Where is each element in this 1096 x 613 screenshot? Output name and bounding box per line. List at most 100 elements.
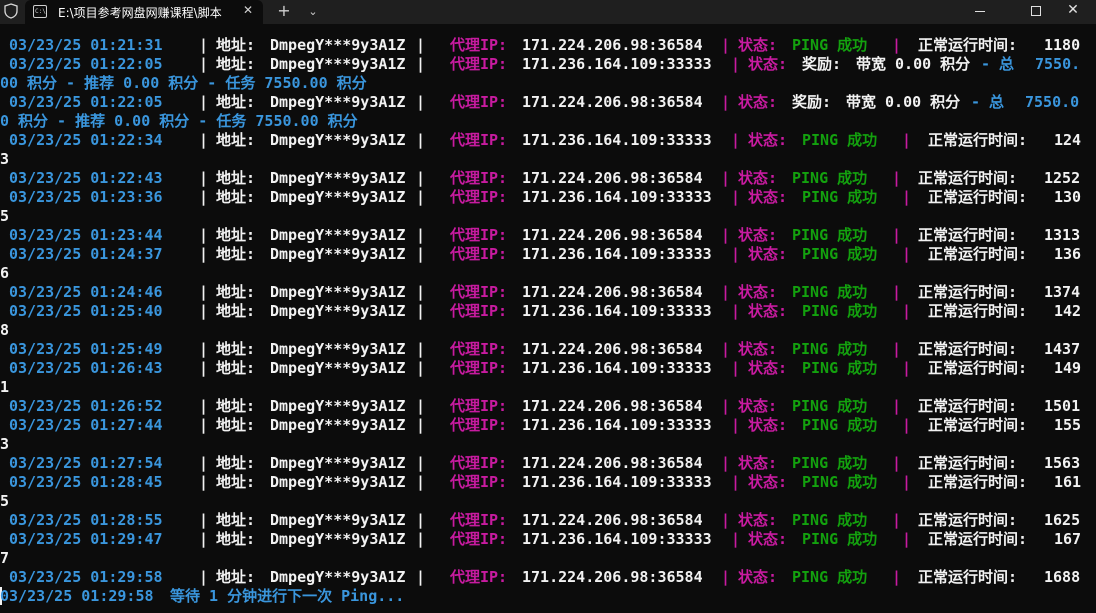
ping-status: PING 成功: [792, 340, 868, 358]
proxy-label: 代理IP:: [450, 568, 508, 586]
log-line: 03/23/25 01:25:49 | 地址: DmpegY***9y3A1Z | 代理I…: [0, 340, 1096, 359]
total-value-tail: 00: [0, 74, 19, 92]
uptime-value-tail: 8: [0, 321, 10, 339]
total-value: 7550.: [1035, 55, 1081, 73]
uptime-label: 正常运行时间:: [928, 416, 1028, 434]
uptime-value: 1374: [1044, 283, 1081, 301]
ping-status: PING 成功: [802, 359, 878, 377]
new-tab-button[interactable]: +: [273, 1, 295, 23]
separator: |: [721, 397, 731, 415]
separator: |: [199, 283, 209, 301]
uptime-label: 正常运行时间:: [918, 283, 1018, 301]
proxy-label: 代理IP:: [450, 245, 508, 263]
separator: |: [731, 359, 741, 377]
separator: |: [892, 226, 902, 244]
separator: |: [892, 454, 902, 472]
uptime-label: 正常运行时间:: [918, 568, 1018, 586]
uptime-value: 155: [1054, 416, 1082, 434]
log-timestamp: 03/23/25 01:22:43: [9, 169, 163, 187]
address-label: 地址:: [216, 245, 256, 263]
proxy-value: 171.236.164.109:33333: [522, 131, 712, 149]
status-label: 状态:: [748, 530, 788, 548]
address-value: DmpegY***9y3A1Z: [270, 416, 406, 434]
log-line: 03/23/25 01:23:36 | 地址: DmpegY***9y3A1Z | 代理I…: [0, 188, 1096, 207]
separator: |: [199, 530, 209, 548]
separator: |: [892, 511, 902, 529]
log-line: 03/23/25 01:25:40 | 地址: DmpegY***9y3A1Z | 代理I…: [0, 302, 1096, 321]
proxy-label: 代理IP:: [450, 131, 508, 149]
uptime-label: 正常运行时间:: [928, 131, 1028, 149]
close-icon: ✕: [1067, 2, 1079, 18]
separator: |: [721, 511, 731, 529]
log-timestamp: 03/23/25 01:27:44: [9, 416, 163, 434]
separator: |: [721, 169, 731, 187]
proxy-value: 171.236.164.109:33333: [522, 530, 712, 548]
separator: |: [416, 36, 426, 54]
separator: |: [199, 473, 209, 491]
log-timestamp: 03/23/25 01:22:05: [9, 93, 163, 111]
separator: |: [199, 397, 209, 415]
proxy-value: 171.224.206.98:36584: [522, 169, 703, 187]
address-value: DmpegY***9y3A1Z: [270, 188, 406, 206]
total-label: - 总: [971, 93, 1005, 111]
address-label: 地址:: [216, 359, 256, 377]
address-label: 地址:: [216, 36, 256, 54]
uptime-value-tail: 1: [0, 378, 10, 396]
address-label: 地址:: [216, 188, 256, 206]
address-label: 地址:: [216, 454, 256, 472]
separator: |: [721, 568, 731, 586]
separator: |: [902, 416, 912, 434]
separator: |: [416, 473, 426, 491]
separator: |: [199, 226, 209, 244]
proxy-label: 代理IP:: [450, 511, 508, 529]
chevron-down-icon[interactable]: ⌄: [302, 1, 324, 23]
separator: |: [199, 55, 209, 73]
log-timestamp: 03/23/25 01:22:34: [9, 131, 163, 149]
status-label: 状态:: [738, 226, 778, 244]
proxy-value: 171.236.164.109:33333: [522, 359, 712, 377]
total-label: - 总: [981, 55, 1015, 73]
terminal-tab[interactable]: C:\ E:\项目参考网盘网赚课程\脚本 ✕: [25, 0, 263, 24]
log-timestamp: 03/23/25 01:28:45: [9, 473, 163, 491]
uptime-value-tail: 3: [0, 150, 10, 168]
ping-status: PING 成功: [792, 169, 868, 187]
address-value: DmpegY***9y3A1Z: [270, 359, 406, 377]
separator: |: [902, 131, 912, 149]
address-value: DmpegY***9y3A1Z: [270, 226, 406, 244]
proxy-value: 171.224.206.98:36584: [522, 93, 703, 111]
address-value: DmpegY***9y3A1Z: [270, 283, 406, 301]
address-value: DmpegY***9y3A1Z: [270, 454, 406, 472]
ping-status: PING 成功: [792, 283, 868, 301]
proxy-label: 代理IP:: [450, 169, 508, 187]
uptime-label: 正常运行时间:: [918, 36, 1018, 54]
uptime-label: 正常运行时间:: [928, 188, 1028, 206]
ping-status: PING 成功: [792, 568, 868, 586]
separator: |: [199, 454, 209, 472]
log-timestamp: 03/23/25 01:24:46: [9, 283, 163, 301]
tab-title: E:\项目参考网盘网赚课程\脚本: [58, 6, 222, 20]
log-line: 03/23/25 01:22:05 | 地址: DmpegY***9y3A1Z | 代理I…: [0, 55, 1096, 74]
address-label: 地址:: [216, 340, 256, 358]
log-line: 03/23/25 01:27:44 | 地址: DmpegY***9y3A1Z | 代理I…: [0, 416, 1096, 435]
uptime-value-tail: 5: [0, 207, 10, 225]
log-line-wrap: 6: [0, 264, 1096, 283]
uptime-value: 1437: [1044, 340, 1081, 358]
separator: |: [416, 454, 426, 472]
log-line-wrap: 8: [0, 321, 1096, 340]
tab-close-icon[interactable]: ✕: [243, 3, 253, 17]
close-window-button[interactable]: ✕: [1050, 0, 1096, 24]
uptime-value-tail: 5: [0, 492, 10, 510]
log-timestamp: 03/23/25 01:26:52: [9, 397, 163, 415]
separator: |: [892, 283, 902, 301]
separator: |: [902, 473, 912, 491]
minimize-button[interactable]: [958, 0, 1004, 24]
separator: |: [721, 340, 731, 358]
proxy-value: 171.224.206.98:36584: [522, 397, 703, 415]
separator: |: [731, 188, 741, 206]
uptime-label: 正常运行时间:: [928, 530, 1028, 548]
address-value: DmpegY***9y3A1Z: [270, 397, 406, 415]
proxy-value: 171.236.164.109:33333: [522, 302, 712, 320]
terminal-output[interactable]: 03/23/25 01:21:31 | 地址: DmpegY***9y3A1Z | 代理I…: [0, 36, 1096, 606]
ping-status: PING 成功: [792, 36, 868, 54]
status-label: 状态:: [738, 511, 778, 529]
